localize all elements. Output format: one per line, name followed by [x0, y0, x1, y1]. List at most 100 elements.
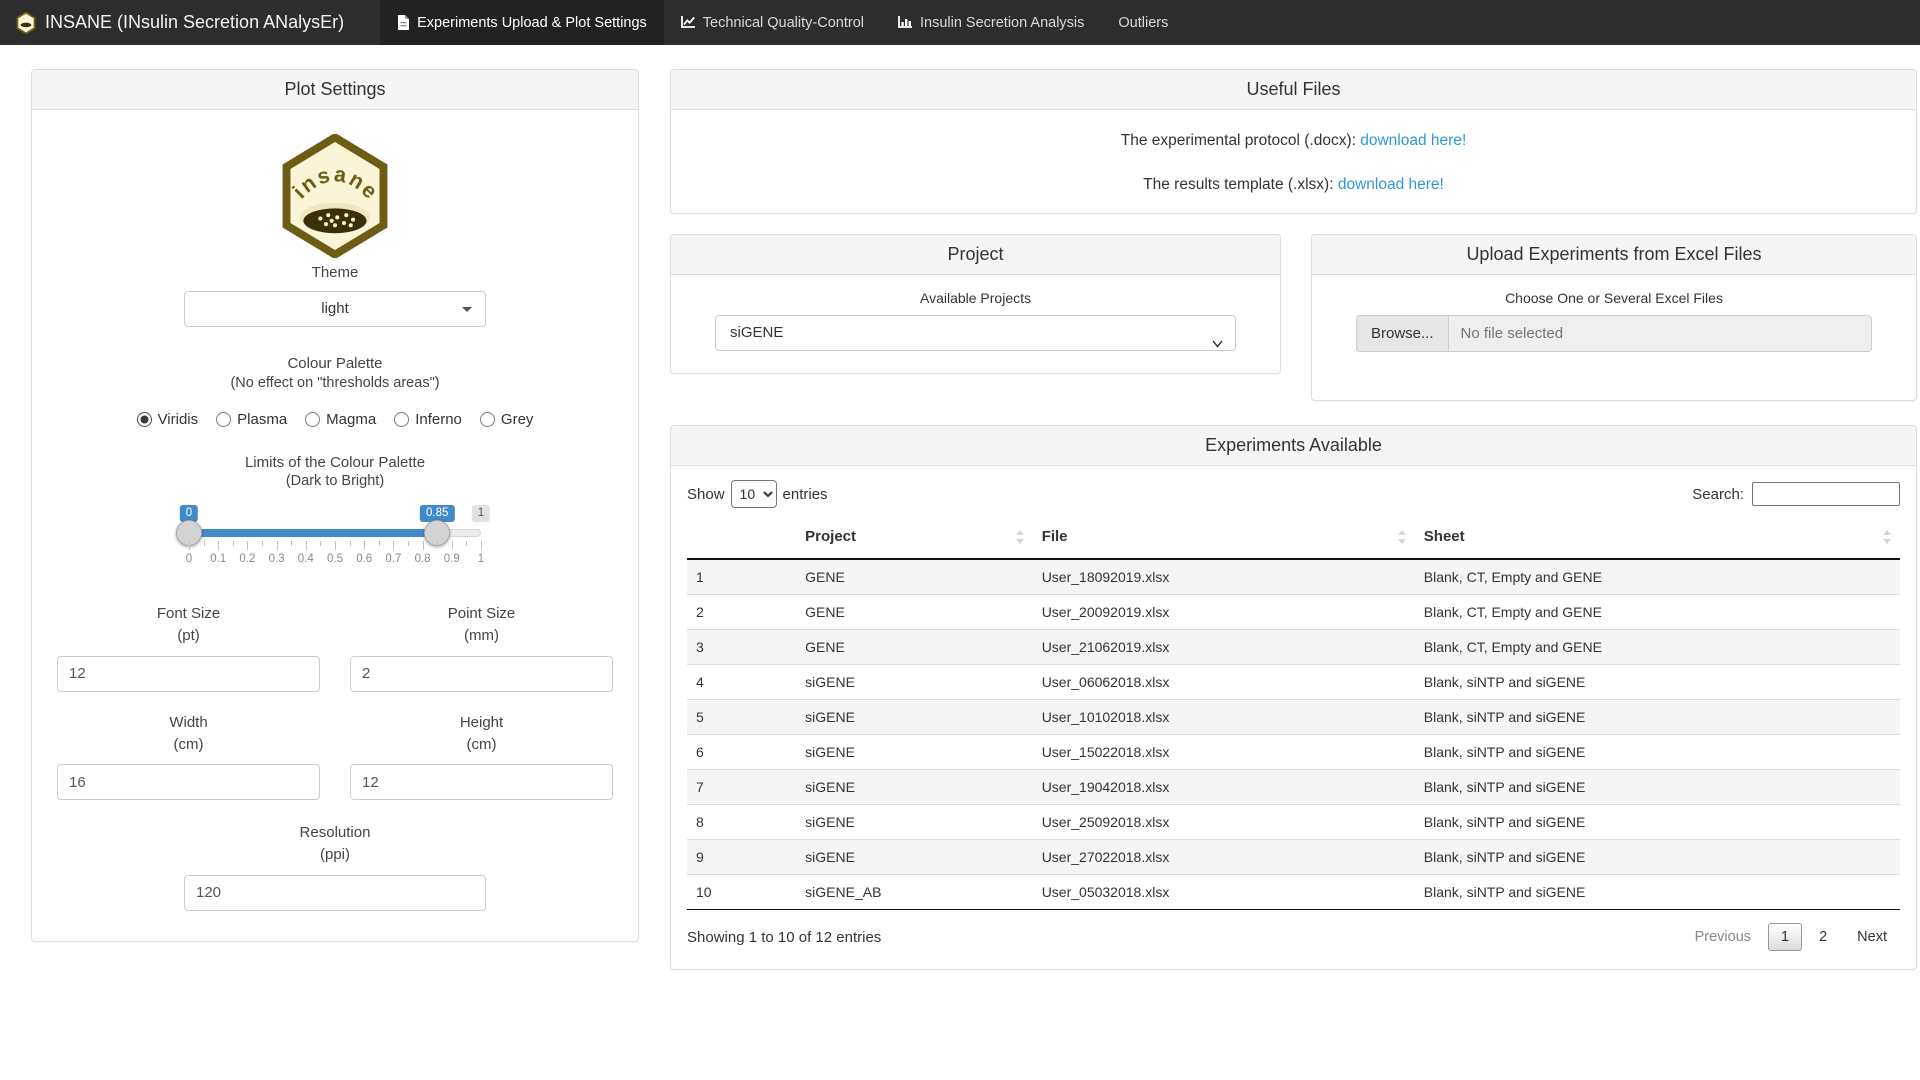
experiments-panel: Experiments Available Show10entries Sear…: [670, 425, 1917, 970]
palette-limits-slider[interactable]: 0 0.85 1 00.10.20.30.40.50.60.70.80.91: [189, 505, 481, 579]
limits-label: Limits of the Colour Palette: [57, 452, 613, 474]
navbar-tab[interactable]: Technical Quality-Control: [664, 0, 881, 45]
search-input[interactable]: [1752, 482, 1900, 506]
table-row[interactable]: 7siGENEUser_19042018.xlsxBlank, siNTP an…: [687, 770, 1900, 805]
pagination: Previous 12 Next: [1682, 923, 1900, 951]
slider-tick: [320, 541, 321, 546]
cell-sheet: Blank, siNTP and siGENE: [1415, 805, 1900, 840]
table-row[interactable]: 3GENEUser_21062019.xlsxBlank, CT, Empty …: [687, 630, 1900, 665]
column-header-index[interactable]: [687, 518, 796, 559]
cell-index: 2: [687, 595, 796, 630]
protocol-download-link[interactable]: download here!: [1360, 132, 1466, 149]
file-input-group: Browse...: [1356, 315, 1872, 352]
column-header-file[interactable]: File: [1033, 518, 1415, 559]
slider-tick: [481, 541, 482, 550]
table-row[interactable]: 6siGENEUser_15022018.xlsxBlank, siNTP an…: [687, 735, 1900, 770]
slider-tick: [350, 541, 351, 546]
table-row[interactable]: 5siGENEUser_10102018.xlsxBlank, siNTP an…: [687, 700, 1900, 735]
table-row[interactable]: 10siGENE_ABUser_05032018.xlsxBlank, siNT…: [687, 875, 1900, 910]
palette-option-grey[interactable]: Grey: [480, 411, 534, 428]
chevron-down-icon: [462, 307, 472, 312]
column-header-project[interactable]: Project: [796, 518, 1033, 559]
cell-project: GENE: [796, 630, 1033, 665]
plot-settings-title: Plot Settings: [32, 70, 638, 110]
slider-tick: [291, 541, 292, 546]
palette-label: Colour Palette: [57, 353, 613, 375]
table-row[interactable]: 1GENEUser_18092019.xlsxBlank, CT, Empty …: [687, 559, 1900, 595]
palette-radio[interactable]: [480, 412, 495, 427]
template-download-link[interactable]: download here!: [1338, 176, 1444, 193]
pagination-page-1[interactable]: 1: [1768, 923, 1802, 951]
file-selected-field[interactable]: [1449, 315, 1872, 352]
upload-panel: Upload Experiments from Excel Files Choo…: [1311, 234, 1917, 401]
slider-tick-label: 0.8: [415, 553, 431, 565]
upload-label: Choose One or Several Excel Files: [1312, 290, 1916, 306]
slider-tick-label: 0.2: [239, 553, 255, 565]
table-row[interactable]: 8siGENEUser_25092018.xlsxBlank, siNTP an…: [687, 805, 1900, 840]
browse-button[interactable]: Browse...: [1356, 315, 1449, 352]
palette-radio[interactable]: [216, 412, 231, 427]
navbar-tab[interactable]: Experiments Upload & Plot Settings: [380, 0, 664, 45]
table-info: Showing 1 to 10 of 12 entries: [687, 929, 881, 946]
height-input[interactable]: [350, 764, 613, 800]
column-header-sheet[interactable]: Sheet: [1415, 518, 1900, 559]
theme-dropdown-value: light: [321, 300, 349, 317]
palette-option-plasma[interactable]: Plasma: [216, 411, 287, 428]
navbar-tab[interactable]: Outliers: [1101, 0, 1185, 45]
bar-chart-icon: [898, 16, 913, 29]
cell-file: User_15022018.xlsx: [1033, 735, 1415, 770]
file-icon: [397, 15, 410, 30]
navbar-tab-label: Technical Quality-Control: [703, 15, 864, 31]
cell-project: siGENE: [796, 735, 1033, 770]
palette-option-inferno[interactable]: Inferno: [394, 411, 462, 428]
cell-sheet: Blank, siNTP and siGENE: [1415, 840, 1900, 875]
slider-tick-label: 0.6: [356, 553, 372, 565]
navbar-tab-label: Insulin Secretion Analysis: [920, 15, 1084, 31]
slider-tick-label: 0.4: [298, 553, 314, 565]
cell-sheet: Blank, siNTP and siGENE: [1415, 735, 1900, 770]
available-projects-label: Available Projects: [671, 290, 1280, 306]
palette-option-label: Grey: [501, 411, 534, 428]
pagination-previous[interactable]: Previous: [1682, 923, 1764, 951]
page-length-select[interactable]: 10: [731, 480, 777, 508]
font-size-input[interactable]: [57, 656, 320, 692]
sort-icon: [1398, 530, 1406, 548]
experiments-table: Project File Sheet 1GENEUser_18092019.xl…: [687, 518, 1900, 910]
cell-index: 4: [687, 665, 796, 700]
palette-radio[interactable]: [137, 412, 152, 427]
theme-label: Theme: [57, 262, 613, 284]
slider-tick: [204, 541, 205, 546]
point-size-input[interactable]: [350, 656, 613, 692]
pagination-next[interactable]: Next: [1844, 923, 1900, 951]
navbar-tab[interactable]: Insulin Secretion Analysis: [881, 0, 1101, 45]
cell-index: 1: [687, 559, 796, 595]
cell-file: User_05032018.xlsx: [1033, 875, 1415, 910]
plot-settings-panel: Plot Settings insane Theme lig: [31, 69, 639, 942]
table-row[interactable]: 2GENEUser_20092019.xlsxBlank, CT, Empty …: [687, 595, 1900, 630]
app-brand[interactable]: INSANE (INsulin Secretion ANalysEr): [0, 0, 360, 45]
width-input[interactable]: [57, 764, 320, 800]
cell-project: siGENE: [796, 840, 1033, 875]
cell-index: 7: [687, 770, 796, 805]
palette-option-magma[interactable]: Magma: [305, 411, 376, 428]
palette-option-label: Viridis: [158, 411, 199, 428]
cell-file: User_10102018.xlsx: [1033, 700, 1415, 735]
palette-option-viridis[interactable]: Viridis: [137, 411, 199, 428]
slider-tick-label: 0: [186, 553, 192, 565]
slider-tick-label: 0.5: [327, 553, 343, 565]
theme-dropdown[interactable]: light: [184, 291, 486, 327]
resolution-label: Resolution(ppi): [57, 822, 613, 866]
table-row[interactable]: 9siGENEUser_27022018.xlsxBlank, siNTP an…: [687, 840, 1900, 875]
font-size-label: Font Size(pt): [57, 603, 320, 647]
slider-tick: [189, 541, 190, 550]
resolution-input[interactable]: [184, 875, 486, 911]
table-row[interactable]: 4siGENEUser_06062018.xlsxBlank, siNTP an…: [687, 665, 1900, 700]
palette-radio[interactable]: [305, 412, 320, 427]
pagination-page-2[interactable]: 2: [1806, 923, 1840, 951]
width-label: Width(cm): [57, 712, 320, 756]
slider-tick: [306, 541, 307, 550]
palette-radio[interactable]: [394, 412, 409, 427]
slider-tick: [437, 541, 438, 546]
palette-option-label: Inferno: [415, 411, 462, 428]
project-select[interactable]: siGENE: [715, 315, 1236, 351]
